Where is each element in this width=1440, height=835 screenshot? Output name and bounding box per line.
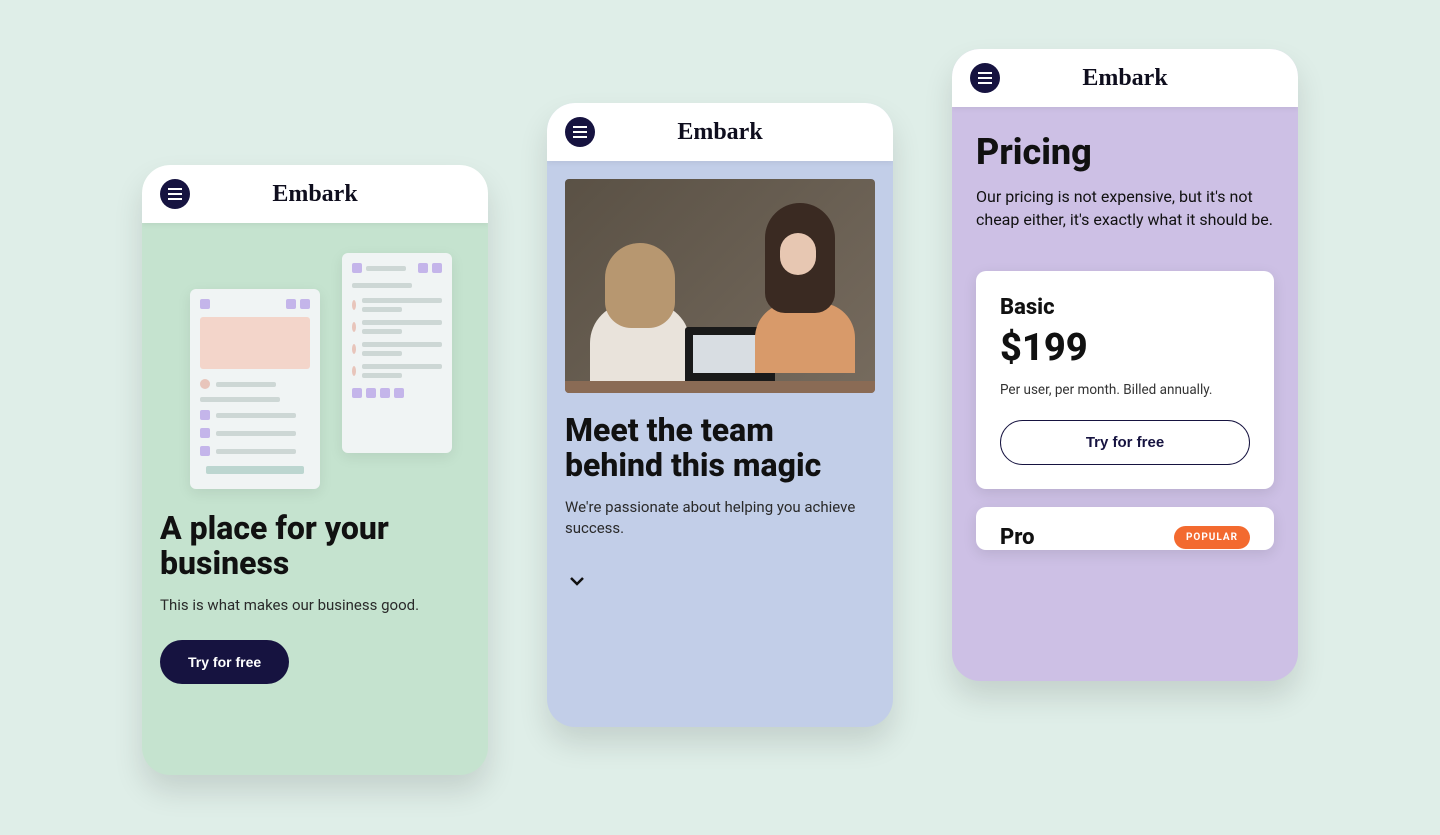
plan-name: Pro [1000,525,1035,550]
chevron-down-icon[interactable] [565,569,589,597]
mobile-preview-home: Embark [142,165,488,775]
brand-logo: Embark [677,119,762,146]
brand-logo: Embark [1082,65,1167,92]
brand-logo: Embark [272,181,357,208]
home-body: A place for your business This is what m… [142,223,488,702]
app-header: Embark [952,49,1298,107]
app-header: Embark [142,165,488,223]
plan-note: Per user, per month. Billed annually. [1000,382,1250,398]
mobile-preview-team: Embark Meet the team behind this magic W… [547,103,893,727]
app-header: Embark [547,103,893,161]
pricing-title: Pricing [976,131,1274,173]
team-subheading: We're passionate about helping you achie… [565,497,875,539]
plan-price: $199 [1000,326,1250,370]
plan-cta-button[interactable]: Try for free [1000,420,1250,465]
menu-icon[interactable] [970,63,1000,93]
hero-subheading: This is what makes our business good. [160,595,470,616]
pricing-body: Pricing Our pricing is not expensive, bu… [952,107,1298,550]
pricing-intro: Our pricing is not expensive, but it's n… [976,185,1274,231]
plan-card-pro: Pro POPULAR [976,507,1274,550]
illustration-card-back [342,253,452,453]
plan-name: Basic [1000,295,1250,320]
team-body: Meet the team behind this magic We're pa… [547,161,893,615]
popular-badge: POPULAR [1174,526,1250,549]
try-free-button[interactable]: Try for free [160,640,289,684]
illustration-card-front [190,289,320,489]
team-heading: Meet the team behind this magic [565,413,875,483]
mobile-preview-pricing: Embark Pricing Our pricing is not expens… [952,49,1298,681]
hero-illustration [160,241,470,511]
team-photo [565,179,875,393]
menu-icon[interactable] [565,117,595,147]
hero-heading: A place for your business [160,511,470,581]
menu-icon[interactable] [160,179,190,209]
plan-card-basic: Basic $199 Per user, per month. Billed a… [976,271,1274,489]
